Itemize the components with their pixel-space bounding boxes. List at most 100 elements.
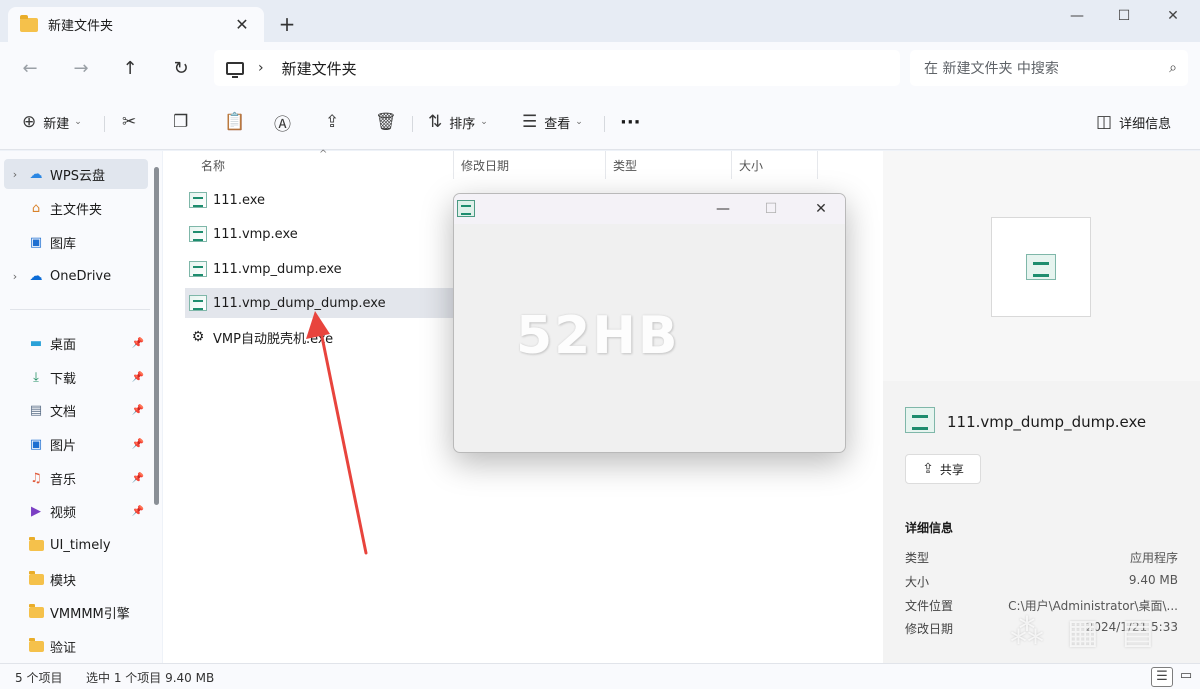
search-input[interactable]: 在 新建文件夹 中搜索 bbox=[924, 58, 1158, 78]
app-window-titlebar[interactable]: — ☐ ✕ bbox=[454, 194, 845, 224]
maximize-button[interactable]: ☐ bbox=[1101, 6, 1147, 26]
exe-file-icon bbox=[905, 407, 937, 437]
column-divider[interactable] bbox=[731, 151, 732, 179]
share-label: 共享 bbox=[939, 462, 964, 477]
close-button[interactable]: ✕ bbox=[1150, 6, 1196, 26]
sidebar-item-music[interactable]: ♫ 音乐 📌 bbox=[4, 463, 148, 493]
sidebar-item-wps[interactable]: › ☁ WPS云盘 bbox=[4, 159, 148, 189]
expand-icon[interactable]: › bbox=[4, 168, 26, 181]
scissors-icon: ✂ bbox=[122, 112, 137, 132]
sidebar-item-videos[interactable]: ▶ 视频 📌 bbox=[4, 496, 148, 526]
column-header-modified[interactable]: 修改日期 bbox=[461, 157, 509, 174]
tab-close-icon[interactable]: ✕ bbox=[232, 15, 252, 35]
sidebar-item-desktop[interactable]: ▬ 桌面 📌 bbox=[4, 328, 148, 358]
column-header-size[interactable]: 大小 bbox=[739, 157, 763, 174]
refresh-button[interactable]: ↻ bbox=[168, 56, 194, 82]
column-header-type[interactable]: 类型 bbox=[613, 157, 637, 174]
rename-button[interactable]: Ⓐ bbox=[274, 108, 298, 136]
navigation-pane: › ☁ WPS云盘 ⌂ 主文件夹 ▣ 图库 › ☁ OneDrive ▬ 桌面 … bbox=[0, 151, 162, 663]
monitor-icon bbox=[226, 61, 244, 78]
sidebar-item-documents[interactable]: ▤ 文档 📌 bbox=[4, 395, 148, 425]
file-row[interactable]: 111.exe bbox=[185, 185, 265, 215]
new-tab-button[interactable]: + bbox=[276, 14, 298, 36]
trash-icon: 🗑 bbox=[375, 112, 397, 132]
column-divider[interactable] bbox=[817, 151, 818, 179]
back-button[interactable]: ← bbox=[17, 56, 43, 82]
sidebar-scrollbar[interactable] bbox=[154, 167, 159, 505]
clipboard-icon: 📋 bbox=[224, 112, 246, 132]
address-bar[interactable]: › 新建文件夹 bbox=[214, 50, 900, 86]
forward-button[interactable]: → bbox=[68, 56, 94, 82]
file-preview bbox=[991, 217, 1091, 317]
tab-current-folder[interactable]: 新建文件夹 ✕ bbox=[8, 7, 264, 42]
details-view-button[interactable]: ☰ bbox=[1151, 667, 1173, 687]
picture-icon: ▣ bbox=[29, 436, 43, 452]
sidebar-item-label: 视频 bbox=[50, 505, 77, 521]
document-icon: ▤ bbox=[29, 402, 43, 418]
title-bar: 新建文件夹 ✕ + — ☐ ✕ bbox=[0, 0, 1200, 42]
share-icon: ⇪ bbox=[922, 461, 934, 477]
sort-ascending-icon: ^ bbox=[319, 149, 328, 160]
sidebar-item-vmmmm[interactable]: VMMMM引擎 bbox=[4, 597, 148, 627]
sidebar-item-label: 验证 bbox=[50, 640, 77, 656]
minimize-button[interactable]: — bbox=[1054, 6, 1100, 26]
pin-icon: 📌 bbox=[131, 505, 144, 517]
detail-share-button[interactable]: ⇪ 共享 bbox=[905, 454, 981, 484]
column-divider[interactable] bbox=[605, 151, 606, 179]
preview-area bbox=[883, 151, 1200, 381]
breadcrumb-current[interactable]: 新建文件夹 bbox=[282, 58, 357, 79]
file-name: 111.vmp_dump.exe bbox=[213, 261, 342, 277]
sidebar-item-ui-timely[interactable]: UI_timely bbox=[4, 530, 148, 560]
column-divider[interactable] bbox=[453, 151, 454, 179]
up-button[interactable]: ↑ bbox=[117, 56, 143, 82]
view-button[interactable]: ☰ 查看 ⌄ bbox=[522, 108, 583, 136]
cut-button[interactable]: ✂ bbox=[122, 108, 143, 136]
status-bar: 5 个项目 选中 1 个项目 9.40 MB ☰ ▭ bbox=[0, 663, 1200, 689]
search-box[interactable]: 在 新建文件夹 中搜索 ⌕ bbox=[910, 50, 1188, 86]
expand-icon[interactable]: › bbox=[4, 270, 26, 283]
prop-value: 应用程序 bbox=[1129, 551, 1178, 565]
column-header-name[interactable]: 名称 bbox=[201, 157, 225, 174]
sidebar-item-gallery[interactable]: ▣ 图库 bbox=[4, 227, 148, 257]
file-row[interactable]: 111.vmp.exe bbox=[185, 219, 298, 249]
sidebar-item-pictures[interactable]: ▣ 图片 📌 bbox=[4, 429, 148, 459]
exe-file-icon bbox=[1026, 254, 1056, 280]
more-options-button[interactable]: ··· bbox=[620, 108, 641, 136]
new-button[interactable]: ⊕ 新建 ⌄ bbox=[22, 108, 82, 136]
sort-button[interactable]: ⇅ 排序 ⌄ bbox=[428, 108, 488, 136]
details-section-title: 详细信息 bbox=[905, 521, 954, 535]
popup-maximize-button[interactable]: ☐ bbox=[751, 198, 791, 220]
details-pane-button[interactable]: ◫ 详细信息 bbox=[1096, 108, 1171, 136]
prop-value: 9.40 MB bbox=[1128, 573, 1178, 587]
popup-close-button[interactable]: ✕ bbox=[801, 198, 841, 220]
sidebar-item-label: 文档 bbox=[50, 404, 77, 420]
gallery-icon: ▣ bbox=[29, 234, 43, 250]
sort-label: 排序 bbox=[449, 116, 476, 132]
music-icon: ♫ bbox=[30, 470, 42, 486]
file-row[interactable]: 111.vmp_dump.exe bbox=[185, 254, 342, 284]
delete-button[interactable]: 🗑 bbox=[375, 108, 404, 136]
sidebar-item-downloads[interactable]: ⤓ 下载 📌 bbox=[4, 362, 148, 392]
new-label: 新建 bbox=[43, 116, 70, 132]
sidebar-item-onedrive[interactable]: › ☁ OneDrive bbox=[4, 261, 148, 291]
chevron-down-icon: ⌄ bbox=[74, 117, 82, 127]
annotation-arrow bbox=[306, 311, 368, 555]
sidebar-item-modules[interactable]: 模块 bbox=[4, 564, 148, 594]
sidebar-item-home[interactable]: ⌂ 主文件夹 bbox=[4, 193, 148, 223]
prop-label: 类型 bbox=[905, 551, 930, 565]
details-pane-icon: ◫ bbox=[1096, 112, 1113, 132]
sidebar-item-verify[interactable]: 验证 bbox=[4, 631, 148, 661]
prop-label: 修改日期 bbox=[905, 622, 954, 636]
share-button[interactable]: ⇪ bbox=[325, 108, 346, 136]
tiles-view-button[interactable]: ▭ bbox=[1175, 667, 1197, 687]
copy-button[interactable]: ❐ bbox=[173, 108, 195, 136]
paste-button[interactable]: 📋 bbox=[224, 108, 252, 136]
item-count: 5 个项目 bbox=[15, 671, 63, 685]
exe-file-icon bbox=[189, 192, 207, 208]
onedrive-icon: ☁ bbox=[29, 268, 43, 284]
popup-minimize-button[interactable]: — bbox=[703, 198, 743, 220]
chevron-right-icon[interactable]: › bbox=[258, 60, 264, 76]
sidebar-item-label: 音乐 bbox=[50, 472, 77, 488]
pin-icon: 📌 bbox=[131, 337, 144, 349]
exe-file-icon-inner bbox=[905, 407, 935, 433]
